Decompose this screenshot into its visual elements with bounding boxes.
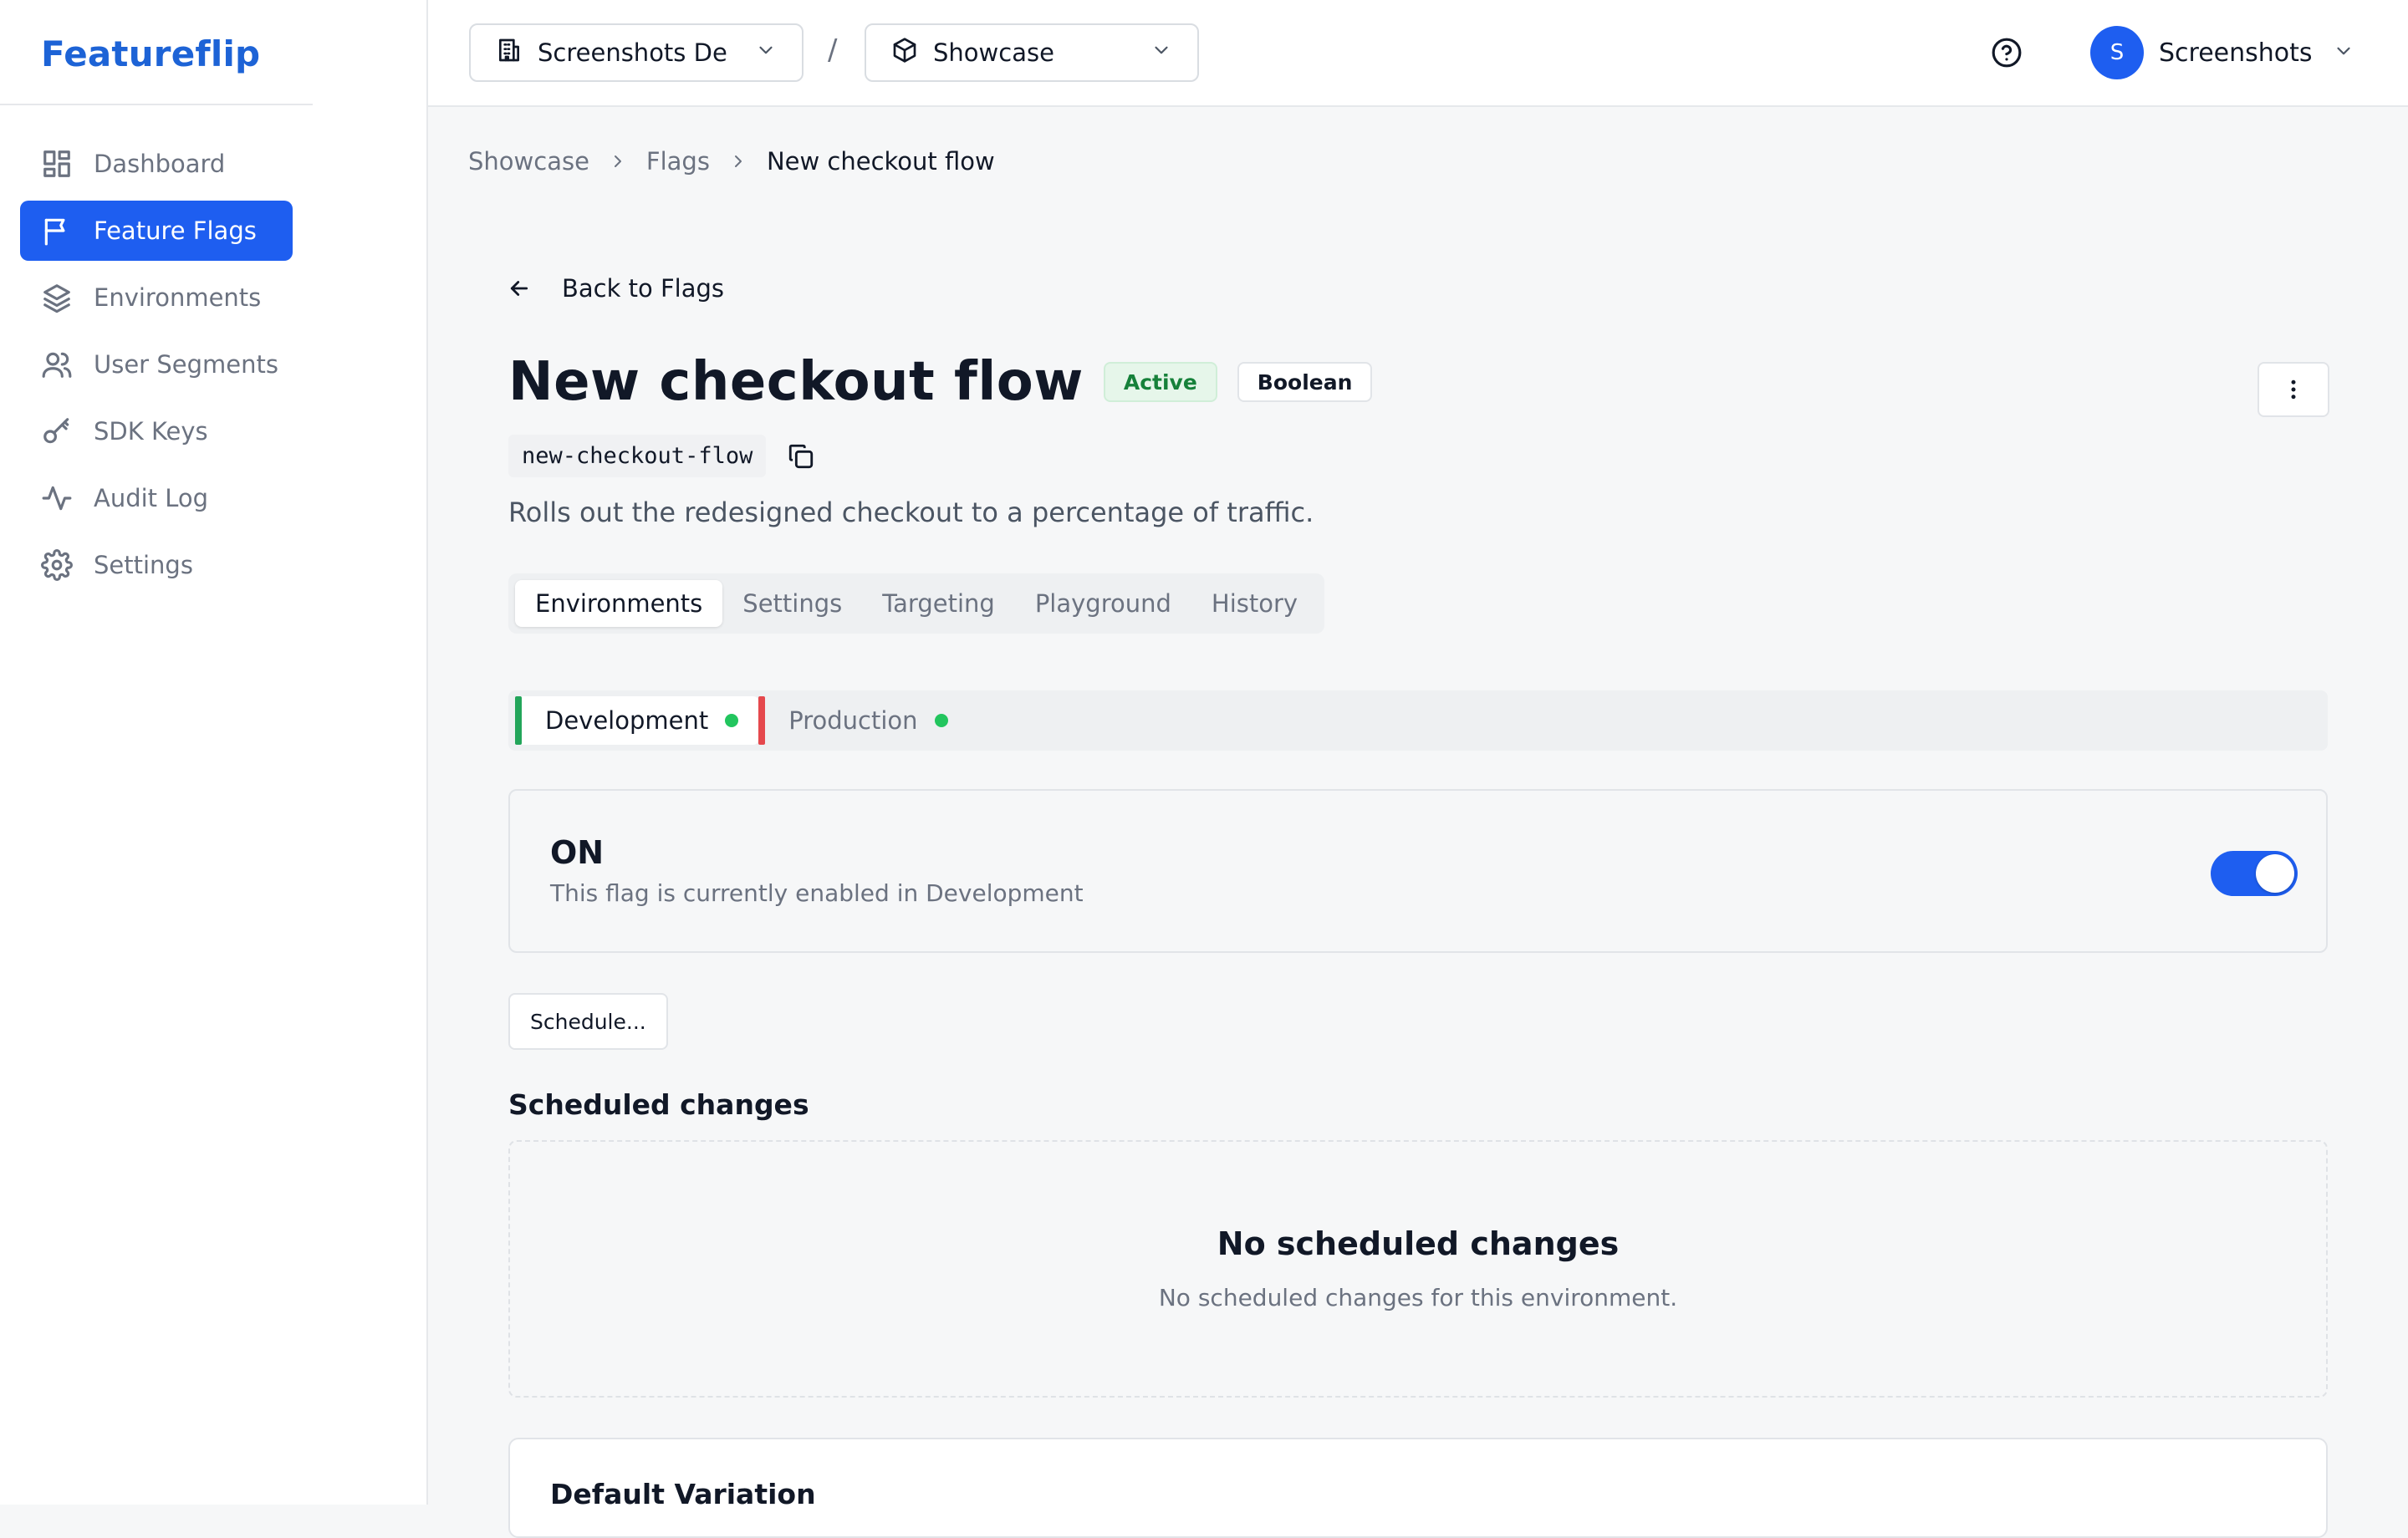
sidebar-item-settings[interactable]: Settings <box>20 535 293 595</box>
tab-targeting[interactable]: Targeting <box>862 580 1015 627</box>
scheduled-changes-empty-state: No scheduled changes No scheduled change… <box>508 1140 2328 1398</box>
status-badge: Active <box>1103 362 1217 402</box>
scheduled-changes-heading: Scheduled changes <box>508 1088 809 1121</box>
top-bar: Screenshots De / Showcase S Screenshots <box>428 0 2408 107</box>
type-badge: Boolean <box>1237 362 1373 402</box>
tab-history[interactable]: History <box>1191 580 1318 627</box>
dashboard-icon <box>40 147 74 181</box>
env-status-dot <box>725 714 739 727</box>
env-color-bar <box>758 696 766 745</box>
env-tab-label: Production <box>788 706 918 735</box>
help-icon[interactable] <box>1991 37 2023 69</box>
sidebar-item-user-segments[interactable]: User Segments <box>20 334 293 395</box>
page-title: New checkout flow <box>508 351 1084 413</box>
selector-separator: / <box>828 33 838 67</box>
sidebar-item-label: Settings <box>94 551 193 579</box>
environment-tabs: Development Production <box>508 690 2328 751</box>
breadcrumb-current: New checkout flow <box>766 147 995 176</box>
default-variation-heading: Default Variation <box>550 1478 816 1510</box>
activity-icon <box>40 481 74 515</box>
app-root: Featureflip Dashboard Feature Flags Envi… <box>0 0 2408 1538</box>
arrow-left-icon <box>510 281 528 296</box>
env-color-bar <box>515 696 522 745</box>
sidebar-item-label: Audit Log <box>94 484 209 512</box>
brand-logo[interactable]: Featureflip <box>41 33 260 74</box>
sidebar-item-label: SDK Keys <box>94 417 208 446</box>
flag-description: Rolls out the redesigned checkout to a p… <box>508 497 1314 528</box>
breadcrumb-flags-link[interactable]: Flags <box>646 147 710 176</box>
tab-environments[interactable]: Environments <box>515 580 723 627</box>
sidebar-item-environments[interactable]: Environments <box>20 267 293 328</box>
flag-icon <box>40 214 74 247</box>
flag-header: New checkout flow Active Boolean <box>508 351 1373 413</box>
key-icon <box>40 415 74 448</box>
more-vertical-icon <box>2291 379 2296 400</box>
flag-enabled-toggle[interactable] <box>2211 851 2298 896</box>
users-icon <box>40 348 74 381</box>
flag-tabs: Environments Settings Targeting Playgrou… <box>508 573 1325 634</box>
sidebar-item-audit-log[interactable]: Audit Log <box>20 468 293 528</box>
tab-settings[interactable]: Settings <box>722 580 862 627</box>
default-variation-card: Default Variation <box>508 1438 2328 1538</box>
chevron-down-icon <box>1150 38 1172 67</box>
user-menu[interactable]: S Screenshots <box>2090 26 2354 79</box>
flag-status-card: ON This flag is currently enabled in Dev… <box>508 789 2328 953</box>
organization-selector-label: Screenshots De <box>538 38 727 67</box>
sidebar-item-sdk-keys[interactable]: SDK Keys <box>20 401 293 461</box>
back-link-label: Back to Flags <box>562 274 724 303</box>
empty-state-title: No scheduled changes <box>1217 1225 1620 1262</box>
gear-icon <box>40 548 74 582</box>
env-tab-label: Development <box>545 706 709 735</box>
building-icon <box>496 37 523 69</box>
flag-key-row: new-checkout-flow <box>508 435 818 477</box>
avatar: S <box>2090 26 2144 79</box>
chevron-down-icon <box>755 38 777 67</box>
toggle-knob <box>2256 854 2294 893</box>
sidebar-item-label: User Segments <box>94 350 278 379</box>
breadcrumb: Showcase Flags New checkout flow <box>468 147 995 176</box>
chevron-right-icon <box>728 151 748 171</box>
layers-icon <box>40 281 74 314</box>
copy-icon[interactable] <box>784 440 818 473</box>
organization-selector[interactable]: Screenshots De <box>469 23 804 82</box>
env-status-dot <box>934 714 948 727</box>
more-actions-button[interactable] <box>2258 362 2329 417</box>
env-tab-production[interactable]: Production <box>758 696 967 745</box>
env-tab-development[interactable]: Development <box>515 696 759 745</box>
schedule-button[interactable]: Schedule... <box>508 993 668 1050</box>
tab-playground[interactable]: Playground <box>1015 580 1191 627</box>
breadcrumb-project-link[interactable]: Showcase <box>468 147 589 176</box>
project-selector[interactable]: Showcase <box>865 23 1199 82</box>
sidebar-item-dashboard[interactable]: Dashboard <box>20 134 293 194</box>
flag-state-message: This flag is currently enabled in Develo… <box>550 879 1084 907</box>
sidebar-item-feature-flags[interactable]: Feature Flags <box>20 201 293 261</box>
empty-state-message: No scheduled changes for this environmen… <box>1158 1284 1678 1311</box>
sidebar: Featureflip Dashboard Feature Flags Envi… <box>0 0 428 1505</box>
user-name: Screenshots <box>2159 38 2313 68</box>
sidebar-item-label: Dashboard <box>94 150 226 178</box>
flag-state: ON <box>550 834 605 871</box>
sidebar-item-label: Environments <box>94 283 262 312</box>
project-selector-label: Showcase <box>933 38 1054 67</box>
sidebar-nav: Dashboard Feature Flags Environments Use… <box>20 134 293 602</box>
sidebar-item-label: Feature Flags <box>94 216 257 245</box>
chevron-right-icon <box>608 151 628 171</box>
back-to-flags-link[interactable]: Back to Flags <box>507 274 724 303</box>
box-icon <box>891 37 918 69</box>
flag-key: new-checkout-flow <box>508 435 767 477</box>
chevron-down-icon <box>2333 40 2354 65</box>
